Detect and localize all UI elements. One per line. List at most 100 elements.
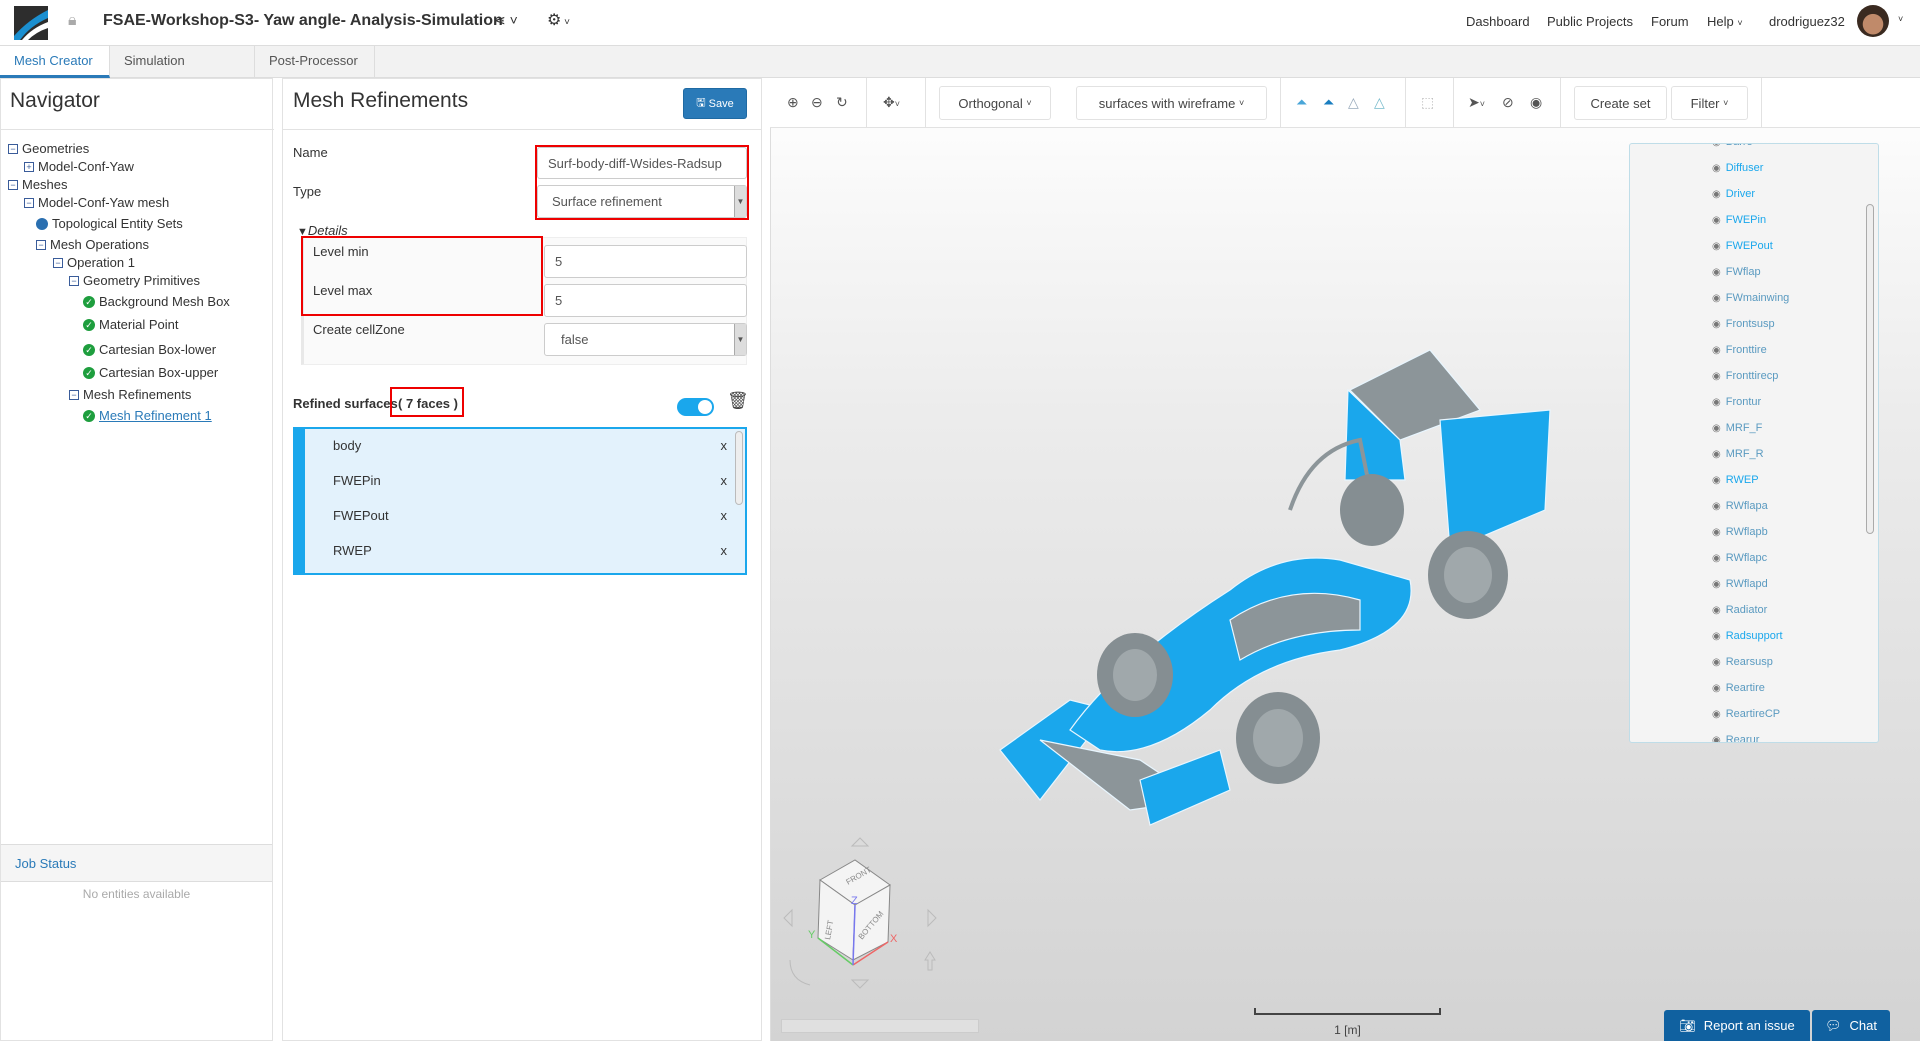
surface-item[interactable]: FWEPin x	[333, 465, 727, 495]
eye-icon[interactable]: ◉	[1712, 553, 1721, 564]
tree-item[interactable]: − Mesh Refinements	[69, 387, 191, 402]
eye-icon[interactable]: ◉	[1530, 94, 1542, 111]
tree-item[interactable]: ✓ Mesh Refinement 1	[83, 408, 212, 423]
visibility-item[interactable]: ◉ Driver	[1712, 188, 1755, 200]
collapse-icon[interactable]: −	[36, 239, 46, 250]
hide-icon[interactable]: ⊘	[1502, 94, 1514, 111]
eye-icon[interactable]: ◉	[1712, 709, 1721, 720]
cellzone-select[interactable]: false ▼	[544, 323, 747, 356]
trash-icon[interactable]: 🗑︎	[727, 391, 749, 411]
collapse-icon[interactable]: −	[8, 179, 18, 190]
tree-item[interactable]: − Mesh Operations	[36, 237, 149, 252]
view-points-icon[interactable]: △	[1374, 94, 1385, 111]
reset-view-icon[interactable]: ↻	[836, 94, 848, 111]
simscale-logo[interactable]	[14, 6, 48, 40]
eye-icon[interactable]: ◉	[1712, 735, 1721, 743]
eye-icon[interactable]: ◉	[1712, 241, 1721, 252]
refined-surfaces-toggle[interactable]	[677, 398, 714, 416]
remove-surface-icon[interactable]: x	[721, 438, 728, 453]
visibility-item[interactable]: ◉ Reartire	[1712, 682, 1765, 694]
check-circle-icon[interactable]: ✓	[83, 295, 95, 308]
eye-icon[interactable]: ◉	[1712, 501, 1721, 512]
eye-icon[interactable]: ◉	[1712, 319, 1721, 330]
eye-icon[interactable]: ◉	[1712, 345, 1721, 356]
visibility-item[interactable]: ◉ Radiator	[1712, 604, 1767, 616]
visibility-item[interactable]: ◉ RWflapb	[1712, 526, 1768, 538]
expand-icon[interactable]: +	[24, 161, 34, 172]
collapse-icon[interactable]: −	[53, 257, 63, 268]
eye-icon[interactable]: ◉	[1712, 163, 1721, 174]
projection-dropdown[interactable]: Orthogonal ˅	[939, 86, 1051, 120]
remove-surface-icon[interactable]: x	[721, 508, 728, 523]
check-circle-icon[interactable]: ✓	[83, 318, 95, 331]
zoom-in-icon[interactable]: ⊕	[787, 94, 799, 111]
eye-icon[interactable]: ◉	[1712, 423, 1721, 434]
visibility-item[interactable]: ◉ FWEPin	[1712, 214, 1766, 226]
refined-surfaces-list[interactable]: body x FWEPin x FWEPout x RWEP x	[293, 427, 747, 575]
visibility-item[interactable]: ◉ Radsupport	[1712, 630, 1783, 642]
tree-item[interactable]: − Geometry Primitives	[69, 273, 200, 288]
eye-icon[interactable]: ◉	[1712, 293, 1721, 304]
visibility-item[interactable]: ◉ Frontur	[1712, 396, 1761, 408]
visibility-item[interactable]: ◉ RWflapc	[1712, 552, 1767, 564]
gear-icon[interactable]: ⚙ ˅	[547, 10, 570, 30]
save-button[interactable]: 🖫 Save	[683, 88, 747, 119]
tree-item[interactable]: − Model-Conf-Yaw mesh	[24, 195, 169, 210]
view-wireframe-surface-icon[interactable]: ⏶	[1323, 94, 1334, 111]
tab-post-processor[interactable]: Post-Processor	[255, 46, 375, 78]
eye-icon[interactable]: ◉	[1712, 527, 1721, 538]
visibility-item[interactable]: ◉ ReartireCP	[1712, 708, 1780, 720]
username[interactable]: drodriguez32	[1769, 14, 1845, 29]
check-circle-icon[interactable]: ✓	[83, 343, 95, 356]
filter-dropdown[interactable]: Filter ˅	[1671, 86, 1748, 120]
nav-forum[interactable]: Forum	[1651, 14, 1689, 29]
visibility-item[interactable]: ◉ MRF_F	[1712, 422, 1762, 434]
eye-icon[interactable]: ◉	[1712, 215, 1721, 226]
eye-icon[interactable]: ◉	[1712, 144, 1721, 148]
eye-icon[interactable]: ◉	[1712, 371, 1721, 382]
tab-simulation-designer[interactable]: Simulation Designer	[110, 46, 255, 98]
collapse-icon[interactable]: −	[24, 197, 34, 208]
visibility-item[interactable]: ◉ FWflap	[1712, 266, 1761, 278]
cursor-select-icon[interactable]: ➤˅	[1468, 94, 1485, 111]
view-surface-icon[interactable]: ⏶	[1296, 94, 1307, 111]
tree-item[interactable]: ✓ Cartesian Box-upper	[83, 365, 218, 380]
visibility-item[interactable]: ◉ Fronttirecp	[1712, 370, 1778, 382]
eye-icon[interactable]: ◉	[1712, 397, 1721, 408]
view-wireframe-icon[interactable]: △	[1348, 94, 1359, 111]
eye-icon[interactable]: ◉	[1712, 657, 1721, 668]
nav-dashboard[interactable]: Dashboard	[1466, 14, 1530, 29]
status-dot-icon[interactable]	[36, 217, 48, 230]
chevron-down-icon[interactable]: ˅	[1898, 14, 1903, 24]
nav-help[interactable]: Help ˅	[1707, 14, 1743, 29]
surface-item[interactable]: FWEPout x	[333, 500, 727, 530]
check-circle-icon[interactable]: ✓	[83, 409, 95, 422]
tree-item[interactable]: ✓ Cartesian Box-lower	[83, 342, 216, 357]
report-issue-button[interactable]: 📷︎ Report an issue	[1664, 1010, 1810, 1041]
eye-icon[interactable]: ◉	[1712, 605, 1721, 616]
tree-item[interactable]: ✓ Background Mesh Box	[83, 294, 230, 309]
level-min-input[interactable]: 5	[544, 245, 747, 278]
tree-item[interactable]: − Geometries	[8, 141, 89, 156]
check-circle-icon[interactable]: ✓	[83, 366, 95, 379]
visibility-item[interactable]: ◉ RWflapd	[1712, 578, 1768, 590]
surface-item[interactable]: body x	[333, 430, 727, 460]
job-status-title[interactable]: Job Status	[15, 856, 76, 871]
collapse-icon[interactable]: −	[69, 275, 79, 286]
eye-icon[interactable]: ◉	[1712, 631, 1721, 642]
orientation-cube[interactable]: FRONT LEFT BOTTOM X Y Z	[780, 830, 950, 995]
visibility-item[interactable]: ◉ Diffuser	[1712, 162, 1763, 174]
eye-icon[interactable]: ◉	[1712, 189, 1721, 200]
avatar[interactable]	[1857, 5, 1889, 37]
tab-mesh-creator[interactable]: Mesh Creator	[0, 46, 110, 78]
eye-icon[interactable]: ◉	[1712, 267, 1721, 278]
remove-surface-icon[interactable]: x	[721, 473, 728, 488]
scrollbar[interactable]	[1866, 204, 1874, 534]
tree-item[interactable]: − Meshes	[8, 177, 68, 192]
surface-item[interactable]: RWEP x	[333, 535, 727, 565]
eye-icon[interactable]: ◉	[1712, 475, 1721, 486]
tree-item[interactable]: + Model-Conf-Yaw	[24, 159, 134, 174]
visibility-item[interactable]: ◉ Rearur	[1712, 734, 1759, 743]
visibility-item[interactable]: ◉ FWEPout	[1712, 240, 1773, 252]
nav-public-projects[interactable]: Public Projects	[1547, 14, 1633, 29]
